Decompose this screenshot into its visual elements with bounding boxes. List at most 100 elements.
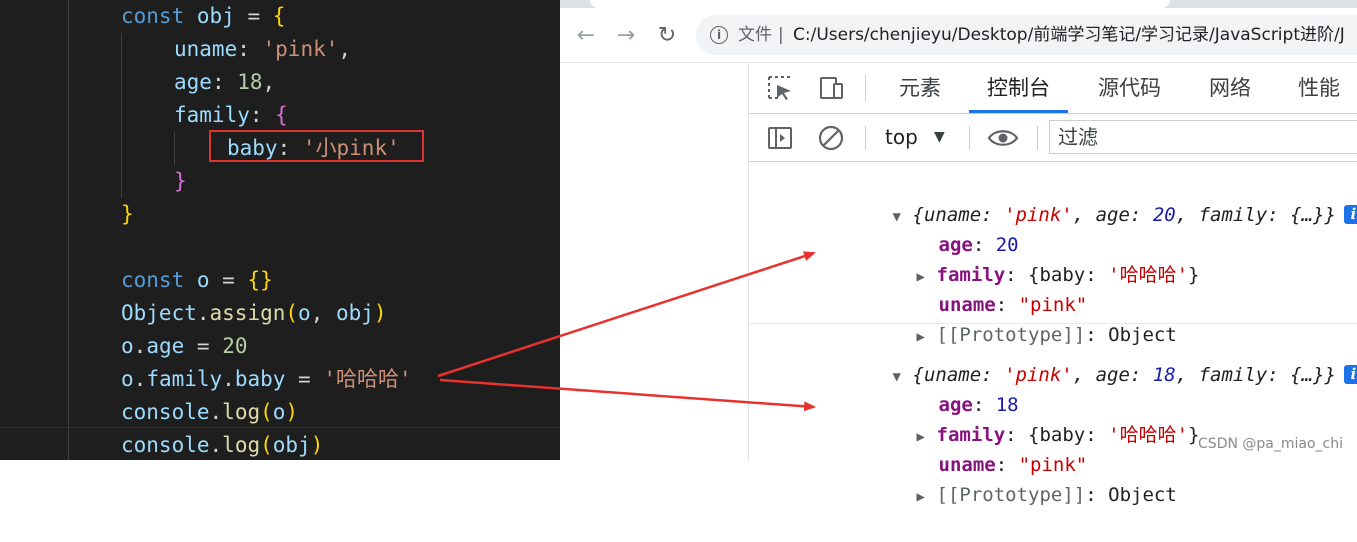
code-token: =: [285, 367, 324, 391]
log-prop-uname: uname: "pink": [938, 454, 1088, 476]
code-token: age: [174, 70, 212, 94]
url-text[interactable]: C:/Users/chenjieyu/Desktop/前端学习笔记/学习记录/J…: [793, 15, 1345, 55]
context-selector[interactable]: top: [885, 114, 918, 161]
tab-strip: [560, 0, 1357, 8]
summary-age-key: age: [1095, 204, 1130, 226]
indent-guide: [68, 0, 69, 460]
info-circle-icon[interactable]: i: [710, 26, 728, 44]
info-badge-icon[interactable]: i: [1343, 205, 1357, 224]
code-token: (: [260, 433, 273, 457]
code-token: console: [121, 400, 210, 424]
code-line[interactable]: const o = {}: [121, 264, 273, 297]
code-token: .: [209, 400, 223, 424]
log-summary[interactable]: ▼ {uname: 'pink', age: 18, family: {…}} i: [801, 330, 1357, 386]
back-arrow-icon[interactable]: ←: [572, 22, 600, 50]
log-separator: [749, 323, 1357, 324]
info-badge-icon[interactable]: i: [1343, 365, 1357, 384]
summary-age-value: 18: [1152, 364, 1176, 386]
code-line[interactable]: o.age = 20: [121, 330, 247, 363]
code-token: ,: [262, 70, 276, 94]
code-line[interactable]: console.log(obj): [121, 429, 323, 460]
code-line[interactable]: }: [121, 198, 134, 231]
log-prop-family[interactable]: ▶ family: {baby: '哈哈哈'}: [825, 230, 1200, 286]
code-line[interactable]: age: 18,: [174, 66, 275, 99]
eye-icon[interactable]: [987, 124, 1019, 152]
summary-age-key: age: [1095, 364, 1130, 386]
proto-value: Object: [1108, 484, 1177, 506]
log-prop-prototype[interactable]: ▶ [[Prototype]]: Object: [825, 290, 1177, 346]
code-token: 18: [237, 70, 263, 94]
log-prop-age: age: 20: [938, 234, 1019, 256]
code-token: assign: [209, 301, 286, 325]
collapsed-triangle-icon[interactable]: ▶: [917, 482, 937, 512]
device-toolbar-icon[interactable]: [817, 74, 845, 102]
code-token: o: [298, 301, 311, 325]
code-token: ): [310, 433, 324, 457]
browser-window: ← → ↻ i 文件 | C:/Users/chenjieyu/Desktop/…: [560, 0, 1357, 506]
chevron-down-icon[interactable]: ▼: [934, 114, 945, 161]
code-token: ,: [310, 301, 336, 325]
code-token: =: [209, 268, 248, 292]
tab-network[interactable]: 网络: [1209, 63, 1251, 113]
summary-family-key: family: [1198, 204, 1268, 226]
sidebar-toggle-icon[interactable]: [766, 124, 794, 152]
code-line[interactable]: family: {: [174, 99, 288, 132]
code-line[interactable]: Object.assign(o, obj): [121, 297, 387, 330]
code-token: obj: [272, 433, 311, 457]
tab-console[interactable]: 控制台: [969, 63, 1068, 113]
code-line[interactable]: const obj = {: [121, 0, 285, 33]
proto-key: [[Prototype]]: [936, 484, 1086, 506]
code-token: {: [272, 4, 286, 28]
code-token: family: [174, 103, 250, 127]
code-token: age: [146, 334, 185, 358]
log-prop-family[interactable]: ▶ family: {baby: '哈哈哈'}: [825, 390, 1200, 446]
code-token: Object: [121, 301, 197, 325]
clear-console-icon[interactable]: [817, 124, 845, 152]
code-token: :: [249, 103, 276, 127]
indent-guide: [174, 132, 175, 165]
code-line[interactable]: console.log(o): [121, 396, 298, 429]
code-token: =: [234, 4, 273, 28]
active-tab[interactable]: [590, 0, 1170, 8]
code-token: :: [237, 37, 263, 61]
code-token: 'pink': [262, 37, 339, 61]
highlight-box: [209, 130, 424, 162]
watermark: CSDN @pa_miao_chi: [1198, 436, 1343, 452]
devtools-tab-bar: 元素 控制台 源代码 网络 性能: [749, 63, 1357, 114]
code-line[interactable]: }: [174, 165, 187, 198]
address-separator: |: [778, 25, 784, 45]
address-bar[interactable]: i 文件 | C:/Users/chenjieyu/Desktop/前端学习笔记…: [696, 15, 1357, 55]
log-prop-age: age: 18: [938, 394, 1019, 416]
baby-value: '哈哈哈': [1108, 264, 1189, 286]
code-token: log: [222, 400, 261, 424]
code-token: log: [222, 433, 261, 457]
code-token: o: [196, 268, 210, 292]
code-token: o: [272, 400, 286, 424]
code-token: }: [121, 202, 134, 226]
inspect-element-icon[interactable]: [766, 74, 794, 102]
toolbar-divider: [969, 126, 970, 150]
tab-elements[interactable]: 元素: [899, 63, 941, 113]
code-token: const: [121, 4, 197, 28]
code-token: .: [209, 433, 223, 457]
code-line[interactable]: o.family.baby = '哈哈哈': [121, 363, 412, 396]
tab-performance[interactable]: 性能: [1298, 63, 1340, 113]
code-token: =: [184, 334, 223, 358]
code-token: '哈哈哈': [323, 367, 412, 391]
code-token: {}: [247, 268, 273, 292]
tab-sources[interactable]: 源代码: [1098, 63, 1161, 113]
code-token: ): [285, 400, 299, 424]
log-summary[interactable]: ▼ {uname: 'pink', age: 20, family: {…}} i: [801, 170, 1357, 226]
code-line[interactable]: uname: 'pink',: [174, 33, 351, 66]
code-editor[interactable]: const obj = {uname: 'pink', age: 18, famil…: [0, 0, 560, 460]
code-token: ): [373, 301, 387, 325]
indent-guide: [121, 33, 122, 198]
log-prop-prototype[interactable]: ▶ [[Prototype]]: Object: [825, 450, 1177, 506]
console-filter-input[interactable]: [1049, 120, 1357, 154]
summary-family-value: {…}: [1290, 204, 1325, 226]
code-token: o: [121, 367, 134, 391]
forward-arrow-icon[interactable]: →: [612, 22, 640, 50]
reload-icon[interactable]: ↻: [653, 22, 681, 50]
summary-close: }: [1324, 204, 1336, 226]
code-token: (: [285, 301, 299, 325]
